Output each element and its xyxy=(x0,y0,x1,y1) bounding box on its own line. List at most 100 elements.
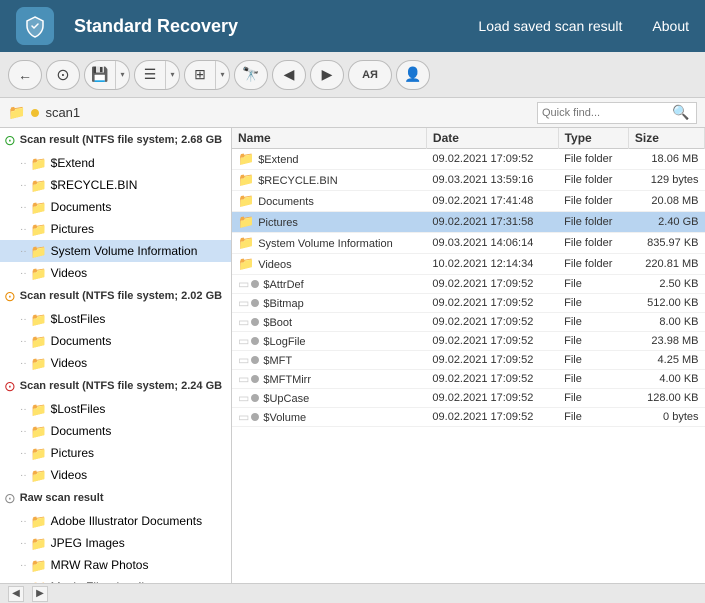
table-row[interactable]: ▭$Boot09.02.2021 17:09:52File8.00 KB xyxy=(232,313,705,332)
quick-find-icon[interactable]: 🔍 xyxy=(672,104,689,121)
scan-result-2[interactable]: ⊙ Scan result (NTFS file system; 2.02 GB xyxy=(0,284,231,308)
table-row[interactable]: 📁Videos10.02.2021 12:14:34File folder220… xyxy=(232,254,705,275)
col-date: Date xyxy=(426,128,558,149)
tree-lostfiles-3[interactable]: ·· 📁 $LostFiles xyxy=(0,398,231,420)
tree-documents-3[interactable]: ·· 📁 Documents xyxy=(0,420,231,442)
file-date-cell: 09.02.2021 17:09:52 xyxy=(426,294,558,313)
file-size-cell: 4.25 MB xyxy=(628,351,704,370)
next-button[interactable]: ▶ xyxy=(310,60,344,90)
folder-icon: 📁 xyxy=(31,334,47,348)
table-row[interactable]: 📁$RECYCLE.BIN09.03.2021 13:59:16File fol… xyxy=(232,170,705,191)
folder-gray-icon: 📁 xyxy=(31,580,47,583)
prev-button[interactable]: ◀ xyxy=(272,60,306,90)
back-button[interactable]: ← xyxy=(8,60,42,90)
file-name-cell: ▭$MFT xyxy=(232,351,426,370)
file-name-cell: ▭$LogFile xyxy=(232,332,426,351)
tree-pictures-3[interactable]: ·· 📁 Pictures xyxy=(0,442,231,464)
table-row[interactable]: 📁Pictures09.02.2021 17:31:58File folder2… xyxy=(232,212,705,233)
list-view-button[interactable]: ☰ ▾ xyxy=(134,60,180,90)
file-type-cell: File folder xyxy=(558,233,628,254)
file-name-cell: 📁Pictures xyxy=(232,212,426,233)
addressbar: 📁 scan1 🔍 xyxy=(0,98,705,128)
tree-label: Documents xyxy=(51,200,112,214)
table-row[interactable]: ▭$MFTMirr09.02.2021 17:09:52File4.00 KB xyxy=(232,370,705,389)
about-button[interactable]: About xyxy=(652,18,689,34)
col-size: Size xyxy=(628,128,704,149)
file-date-cell: 09.03.2021 14:06:14 xyxy=(426,233,558,254)
tree-documents-2[interactable]: ·· 📁 Documents xyxy=(0,330,231,352)
scan-green-icon: ⊙ xyxy=(4,132,16,149)
scan-result-3[interactable]: ⊙ Scan result (NTFS file system; 2.24 GB xyxy=(0,374,231,398)
tree-videos-2[interactable]: ·· 📁 Videos xyxy=(0,352,231,374)
file-size-cell: 23.98 MB xyxy=(628,332,704,351)
tree-label: $LostFiles xyxy=(51,312,106,326)
file-size-cell: 835.97 KB xyxy=(628,233,704,254)
table-row[interactable]: 📁System Volume Information09.03.2021 14:… xyxy=(232,233,705,254)
table-row[interactable]: ▭$LogFile09.02.2021 17:09:52File23.98 MB xyxy=(232,332,705,351)
file-type-cell: File folder xyxy=(558,212,628,233)
scroll-right-button[interactable]: ▶ xyxy=(32,586,48,602)
tree-movie[interactable]: ·· 📁 Movie Files (mp4) xyxy=(0,576,231,583)
col-name: Name xyxy=(232,128,426,149)
table-row[interactable]: ▭$UpCase09.02.2021 17:09:52File128.00 KB xyxy=(232,389,705,408)
tree-videos-1[interactable]: ·· 📁 Videos xyxy=(0,262,231,284)
folder-icon: 📁 xyxy=(8,104,25,121)
scroll-left-button[interactable]: ◀ xyxy=(8,586,24,602)
tree-label: MRW Raw Photos xyxy=(51,558,149,572)
case-button[interactable]: АЯ xyxy=(348,60,392,90)
folder-icon: 📁 xyxy=(238,214,254,229)
file-size-cell: 4.00 KB xyxy=(628,370,704,389)
tree-documents-1[interactable]: ·· 📁 Documents xyxy=(0,196,231,218)
tree-recycle-1[interactable]: ·· 📁 $RECYCLE.BIN xyxy=(0,174,231,196)
tree-adobe[interactable]: ·· 📁 Adobe Illustrator Documents xyxy=(0,510,231,532)
table-row[interactable]: ▭$Bitmap09.02.2021 17:09:52File512.00 KB xyxy=(232,294,705,313)
tree-pictures-1[interactable]: ·· 📁 Pictures xyxy=(0,218,231,240)
quick-find-input[interactable] xyxy=(542,107,672,119)
tree-mrw[interactable]: ·· 📁 MRW Raw Photos xyxy=(0,554,231,576)
tree-label: Movie Files (mp4) xyxy=(51,580,146,583)
save-button[interactable]: 💾 ▾ xyxy=(84,60,130,90)
folder-gray-icon: 📁 xyxy=(31,536,47,550)
user-button[interactable]: 👤 xyxy=(396,60,430,90)
load-saved-button[interactable]: Load saved scan result xyxy=(478,18,622,34)
tree-label: $Extend xyxy=(51,156,95,170)
file-type-cell: File xyxy=(558,313,628,332)
grid-view-button[interactable]: ⊞ ▾ xyxy=(184,60,230,90)
file-type-cell: File xyxy=(558,294,628,313)
table-row[interactable]: 📁Documents09.02.2021 17:41:48File folder… xyxy=(232,191,705,212)
file-date-cell: 09.02.2021 17:09:52 xyxy=(426,389,558,408)
file-icon: ▭ xyxy=(238,372,249,386)
scan-3-label: Scan result (NTFS file system; 2.24 GB xyxy=(20,380,222,392)
table-row[interactable]: ▭$AttrDef09.02.2021 17:09:52File2.50 KB xyxy=(232,275,705,294)
magnify-icon: ⊙ xyxy=(56,65,69,85)
file-type-cell: File folder xyxy=(558,254,628,275)
file-type-cell: File folder xyxy=(558,191,628,212)
scan-result-raw[interactable]: ⊙ Raw scan result xyxy=(0,486,231,510)
tree-jpeg[interactable]: ·· 📁 JPEG Images xyxy=(0,532,231,554)
file-name-cell: ▭$Boot xyxy=(232,313,426,332)
scan-button[interactable]: 🔭 xyxy=(234,60,268,90)
file-name-cell: ▭$MFTMirr xyxy=(232,370,426,389)
tree-extend-1[interactable]: ·· 📁 $Extend xyxy=(0,152,231,174)
quick-find-box[interactable]: 🔍 xyxy=(537,102,697,124)
scan-dot xyxy=(31,109,39,117)
tree-label: $LostFiles xyxy=(51,402,106,416)
tree-label: Pictures xyxy=(51,446,94,460)
tree-videos-3[interactable]: ·· 📁 Videos xyxy=(0,464,231,486)
tree-lostfiles-2[interactable]: ·· 📁 $LostFiles xyxy=(0,308,231,330)
scan-gray-icon: ⊙ xyxy=(4,490,16,507)
scan-result-1[interactable]: ⊙ Scan result (NTFS file system; 2.68 GB xyxy=(0,128,231,152)
file-name-cell: ▭$Bitmap xyxy=(232,294,426,313)
table-row[interactable]: ▭$Volume09.02.2021 17:09:52File0 bytes xyxy=(232,408,705,427)
table-row[interactable]: ▭$MFT09.02.2021 17:09:52File4.25 MB xyxy=(232,351,705,370)
search-button[interactable]: ⊙ xyxy=(46,60,80,90)
file-date-cell: 09.02.2021 17:09:52 xyxy=(426,351,558,370)
app-logo xyxy=(16,7,54,45)
file-date-cell: 09.02.2021 17:09:52 xyxy=(426,275,558,294)
table-row[interactable]: 📁$Extend09.02.2021 17:09:52File folder18… xyxy=(232,149,705,170)
tree-label: $RECYCLE.BIN xyxy=(51,178,138,192)
file-name-cell: 📁Documents xyxy=(232,191,426,212)
tree-label: Pictures xyxy=(51,222,94,236)
tree-sysvolinfo-1[interactable]: ·· 📁 System Volume Information xyxy=(0,240,231,262)
folder-icon: 📁 xyxy=(31,200,47,214)
